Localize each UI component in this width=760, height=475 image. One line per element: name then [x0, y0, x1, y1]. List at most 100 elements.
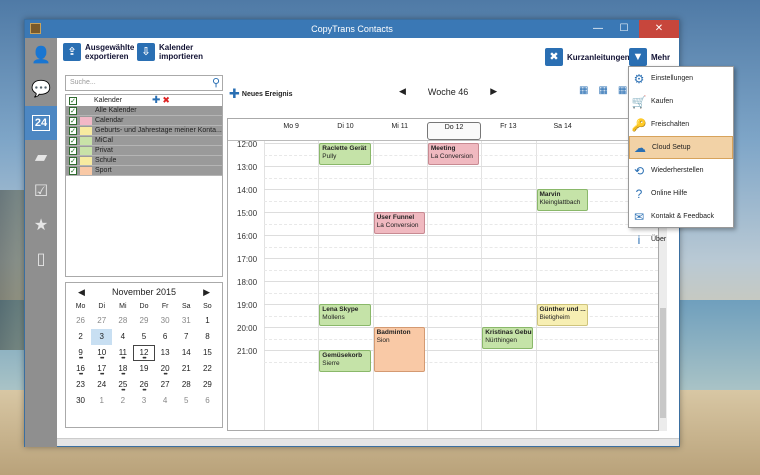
mini-calendar-day[interactable]: 2 [70, 329, 91, 345]
close-button[interactable]: ✕ [639, 20, 679, 38]
sidebar-item-messages[interactable]: 💬 [25, 72, 57, 106]
mini-calendar-day[interactable]: 7 [176, 329, 197, 345]
calendar-event[interactable]: Badminton Sion [373, 327, 425, 372]
mini-calendar-day[interactable]: 28 [176, 377, 197, 393]
prev-week-icon[interactable]: ◀ [399, 86, 406, 97]
menu-item[interactable]: ? Online Hilfe [629, 182, 733, 205]
sidebar-item-device[interactable]: ▯ [25, 242, 57, 276]
day-view-icon[interactable]: ▦ [579, 85, 588, 96]
next-month-icon[interactable]: ▶ [203, 287, 210, 298]
mini-calendar-day[interactable]: 8 [197, 329, 218, 345]
mini-calendar-day[interactable]: 30 [70, 393, 91, 409]
mini-calendar-day[interactable]: 5 [133, 329, 154, 345]
search-input[interactable]: Suche... ⚲ [65, 75, 223, 91]
mini-calendar-day[interactable]: 21 [176, 361, 197, 377]
guides-button[interactable]: ✖ Kurzanleitungen [545, 48, 630, 66]
mini-calendar-day[interactable]: 11 [112, 345, 133, 367]
calendar-list-item[interactable]: ✓ MiCal [66, 136, 222, 146]
mini-calendar-day[interactable]: 1 [91, 393, 112, 409]
mini-calendar-day[interactable]: 25 [112, 377, 133, 399]
mini-calendar-day[interactable]: 6 [155, 329, 176, 345]
mini-calendar-day[interactable]: 6 [197, 393, 218, 409]
week-view-icon[interactable]: ▦ [598, 85, 607, 96]
maximize-button[interactable]: ☐ [611, 20, 637, 38]
calendar-checkbox[interactable]: ✓ [69, 126, 77, 135]
more-button[interactable]: ▼ Mehr [629, 48, 670, 66]
delete-calendar-icon[interactable]: ✖ [162, 95, 170, 106]
calendar-event[interactable]: Günther und ... Bietigheim [536, 304, 588, 326]
mini-calendar-day[interactable]: 31 [176, 313, 197, 329]
mini-calendar-day[interactable]: 1 [197, 313, 218, 329]
scrollbar-thumb[interactable] [660, 308, 666, 418]
new-event-button[interactable]: ✚ Neues Ereignis [229, 86, 292, 102]
calendar-list-item[interactable]: ✓ Alle Kalender [66, 106, 222, 116]
select-all-checkbox[interactable]: ✓ [69, 96, 77, 105]
calendar-checkbox[interactable]: ✓ [69, 136, 77, 145]
menu-item[interactable]: ⟲ Wiederherstellen [629, 159, 733, 182]
mini-calendar-day[interactable]: 20 [155, 361, 176, 383]
calendar-list-item[interactable]: ✓ Schule [66, 156, 222, 166]
minimize-button[interactable]: — [585, 20, 611, 38]
mini-calendar-day[interactable]: 10 [91, 345, 112, 367]
mini-calendar-day[interactable]: 5 [176, 393, 197, 409]
calendar-event[interactable]: Meeting La Conversion [427, 143, 480, 165]
month-view-icon[interactable]: ▦ [618, 85, 627, 96]
mini-calendar-day[interactable]: 4 [112, 329, 133, 345]
mini-calendar-day[interactable]: 15 [197, 345, 218, 361]
menu-item[interactable]: ⚙ Einstellungen [629, 67, 733, 90]
menu-item[interactable]: ☁ Cloud Setup [629, 136, 733, 159]
mini-calendar-day[interactable]: 12 [133, 345, 155, 367]
mini-calendar-day[interactable]: 4 [155, 393, 176, 409]
calendar-event[interactable]: Gemüsekorb Sierre [319, 350, 371, 372]
mini-calendar-day[interactable]: 22 [197, 361, 218, 377]
import-button[interactable]: ⇩ Kalender importieren [137, 43, 213, 61]
mini-calendar-day[interactable]: 23 [70, 377, 91, 393]
mini-calendar-day[interactable]: 27 [155, 377, 176, 393]
mini-calendar-day[interactable]: 3 [91, 329, 113, 345]
calendar-checkbox[interactable]: ✓ [69, 166, 77, 175]
mini-calendar-day[interactable]: 16 [70, 361, 91, 383]
mini-calendar-day[interactable]: 30 [155, 313, 176, 329]
sidebar-item-notes[interactable]: ▰ [25, 140, 57, 174]
mini-calendar-day[interactable]: 14 [176, 345, 197, 361]
calendar-list-item[interactable]: ✓ Privat [66, 146, 222, 156]
calendar-event[interactable]: Raclette Gerät Pully [319, 143, 371, 165]
menu-item[interactable]: 🛒 Kaufen [629, 90, 733, 113]
sidebar-item-calendar[interactable]: 24 [25, 106, 57, 140]
mini-calendar-day[interactable]: 26 [70, 313, 91, 329]
prev-month-icon[interactable]: ◀ [78, 287, 85, 298]
mini-calendar-day[interactable]: 2 [112, 393, 133, 409]
calendar-list-item[interactable]: ✓ Calendar [66, 116, 222, 126]
menu-item[interactable]: 🔑 Freischalten [629, 113, 733, 136]
menu-item[interactable]: ✉ Kontakt & Feedback [629, 205, 733, 228]
calendar-event[interactable]: Kristinas Gebur...Nürthingen [482, 327, 534, 349]
sidebar-item-favorites[interactable]: ★ [25, 208, 57, 242]
calendar-checkbox[interactable]: ✓ [69, 146, 77, 155]
calendar-list-item[interactable]: ✓ Geburts- und Jahrestage meiner Konta... [66, 126, 222, 136]
mini-calendar-day[interactable]: 29 [197, 377, 218, 393]
search-icon[interactable]: ⚲ [212, 76, 220, 89]
sidebar-item-tasks[interactable]: ☑ [25, 174, 57, 208]
calendar-checkbox[interactable]: ✓ [69, 106, 77, 115]
calendar-checkbox[interactable]: ✓ [69, 116, 77, 125]
add-calendar-icon[interactable]: ✚ [152, 95, 160, 106]
mini-calendar-day[interactable]: 19 [133, 361, 154, 377]
mini-calendar-day[interactable]: 3 [133, 393, 154, 409]
next-week-icon[interactable]: ▶ [490, 86, 497, 97]
mini-calendar-day[interactable]: 26 [133, 377, 154, 399]
calendar-event[interactable]: Lena Skype Mollens [319, 304, 371, 326]
mini-calendar-day[interactable]: 28 [112, 313, 133, 329]
mini-calendar-day[interactable]: 13 [155, 345, 176, 361]
mini-calendar-day[interactable]: 17 [91, 361, 112, 383]
calendar-list-item[interactable]: ✓ Sport [66, 166, 222, 176]
calendar-checkbox[interactable]: ✓ [69, 156, 77, 165]
mini-calendar-day[interactable]: 18 [112, 361, 133, 383]
calendar-event[interactable]: Marvin Kleinglattbach [536, 189, 588, 211]
sidebar-item-contacts[interactable]: 👤 [25, 38, 57, 72]
mini-calendar-day[interactable]: 27 [91, 313, 112, 329]
calendar-event[interactable]: User Funnel La Conversion [373, 212, 425, 234]
menu-item[interactable]: i Über [629, 228, 733, 251]
mini-calendar-day[interactable]: 24 [91, 377, 112, 393]
mini-calendar-day[interactable]: 9 [70, 345, 91, 367]
mini-calendar-day[interactable]: 29 [133, 313, 154, 329]
